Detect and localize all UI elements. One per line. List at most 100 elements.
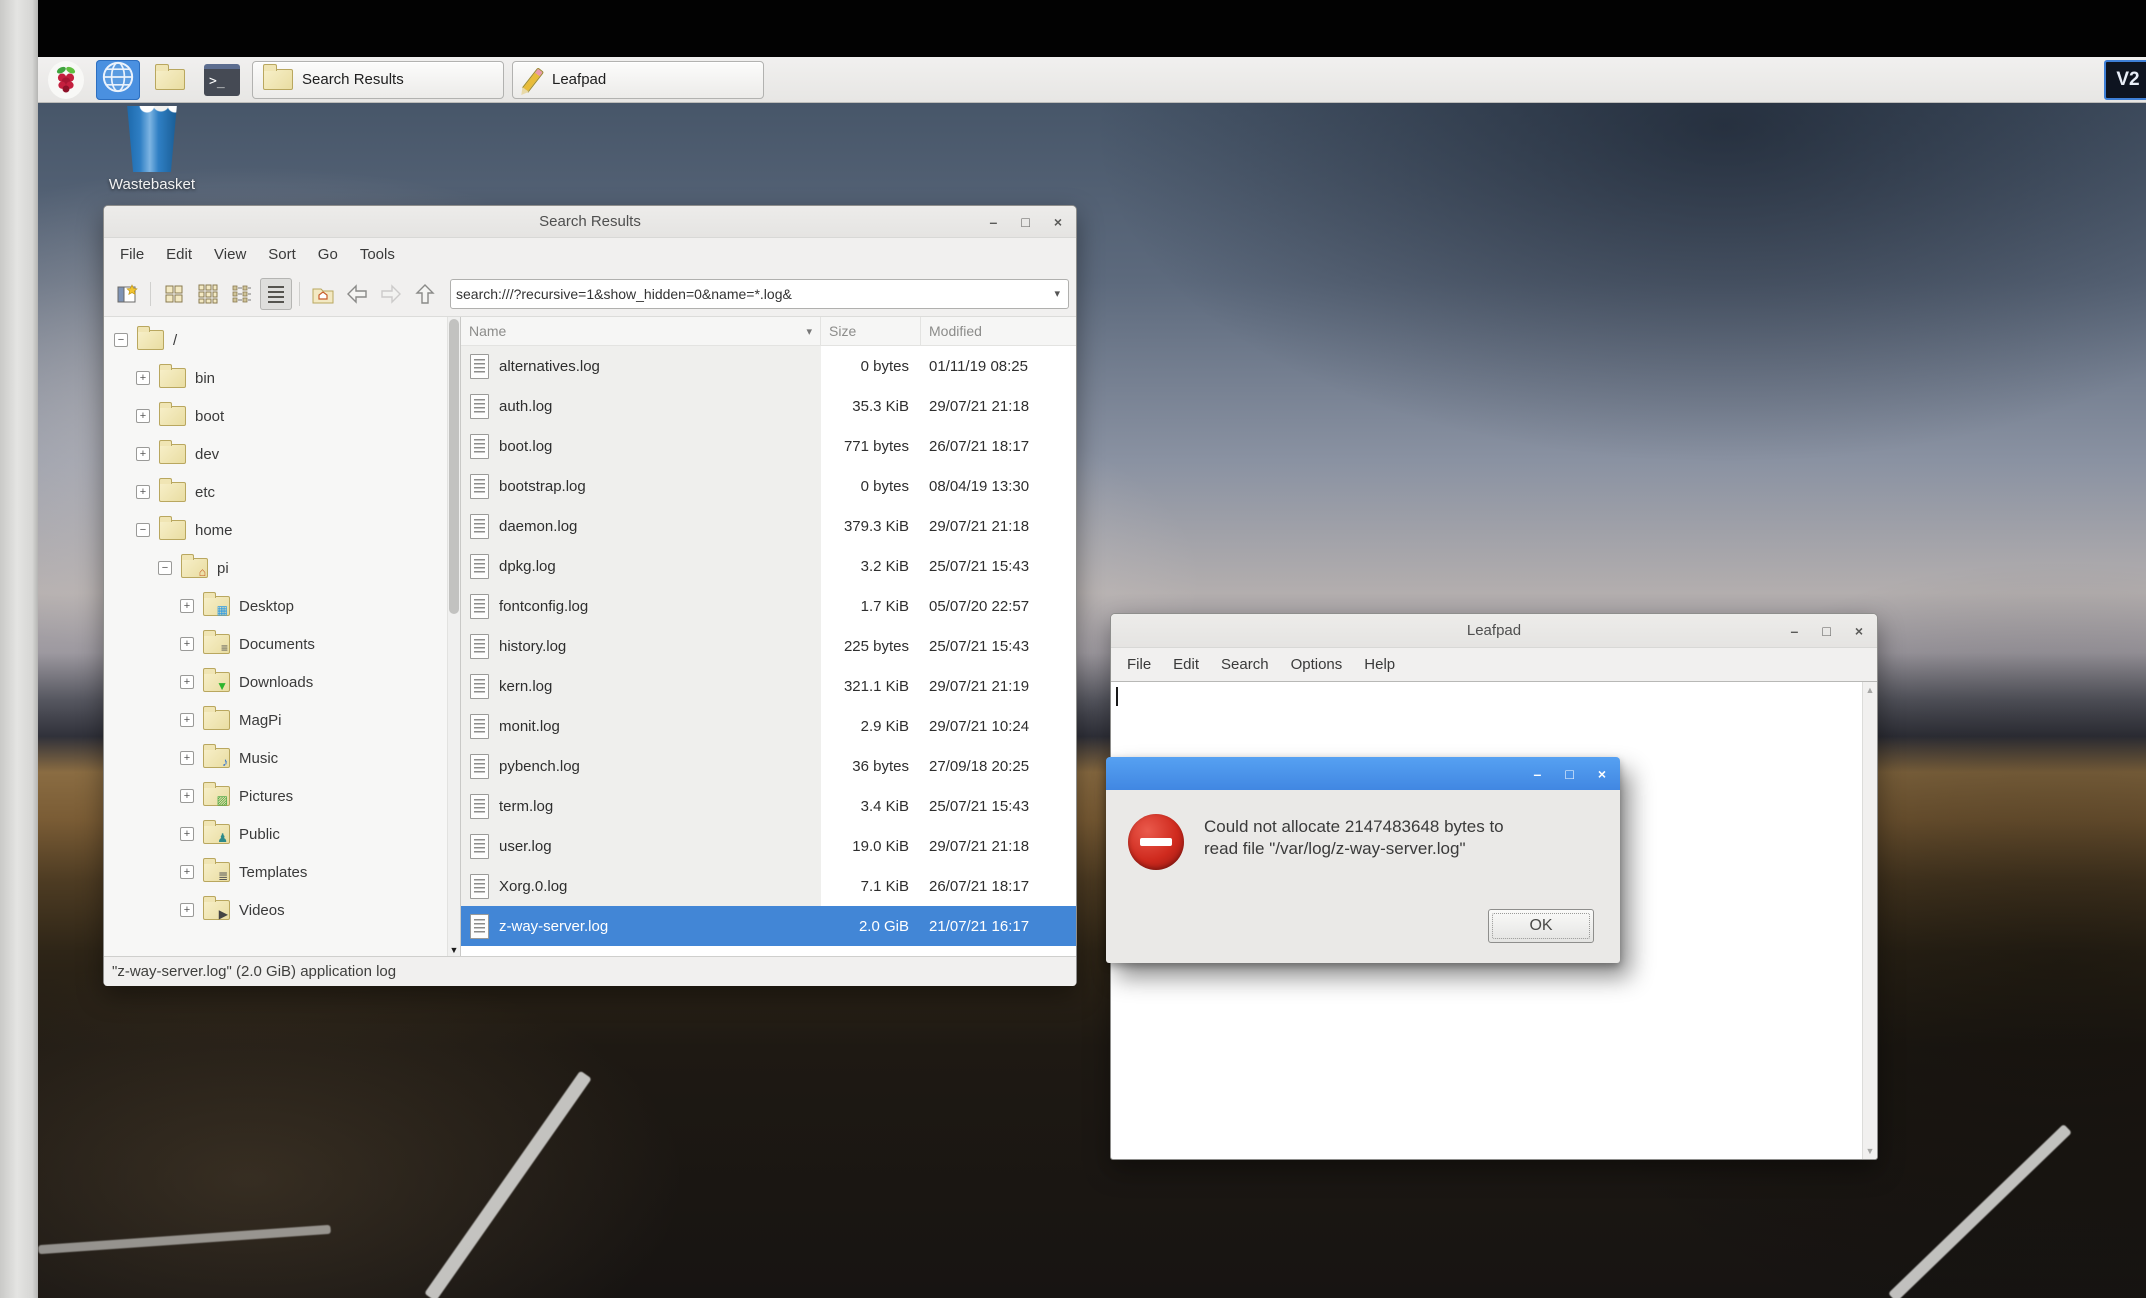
address-input[interactable] [456, 285, 1052, 302]
home-button[interactable] [307, 278, 339, 310]
wastebasket-desktop-icon[interactable]: Wastebasket [86, 106, 218, 193]
maximize-icon[interactable]: □ [1021, 214, 1029, 230]
fm-menu-edit[interactable]: Edit [155, 238, 203, 271]
tree-item-home[interactable]: − home [104, 511, 460, 549]
fm-menu-sort[interactable]: Sort [257, 238, 307, 271]
file-row-kern-log[interactable]: kern.log 321.1 KiB 29/07/21 21:19 [461, 666, 1076, 706]
expand-icon[interactable]: + [180, 675, 194, 689]
tree-scrollbar-thumb[interactable] [449, 319, 459, 614]
close-icon[interactable]: × [1054, 214, 1062, 230]
leafpad-menu-options[interactable]: Options [1280, 648, 1354, 681]
expand-icon[interactable]: + [180, 903, 194, 917]
scroll-down-icon[interactable]: ▼ [1866, 1146, 1875, 1156]
expand-icon[interactable]: + [180, 789, 194, 803]
back-button[interactable] [341, 278, 373, 310]
file-row-alternatives-log[interactable]: alternatives.log 0 bytes 01/11/19 08:25 [461, 346, 1076, 386]
collapse-icon[interactable]: − [136, 523, 150, 537]
file-row-history-log[interactable]: history.log 225 bytes 25/07/21 15:43 [461, 626, 1076, 666]
tree-item-etc[interactable]: + etc [104, 473, 460, 511]
tree-item-documents[interactable]: + ≡ Documents [104, 625, 460, 663]
fm-menu-tools[interactable]: Tools [349, 238, 406, 271]
task-button-search-results[interactable]: Search Results [252, 60, 504, 99]
file-row-monit-log[interactable]: monit.log 2.9 KiB 29/07/21 10:24 [461, 706, 1076, 746]
expand-icon[interactable]: + [180, 865, 194, 879]
file-row-user-log[interactable]: user.log 19.0 KiB 29/07/21 21:18 [461, 826, 1076, 866]
tree-item-magpi[interactable]: + MagPi [104, 701, 460, 739]
leafpad-menu-edit[interactable]: Edit [1162, 648, 1210, 681]
fm-menu-file[interactable]: File [109, 238, 155, 271]
expand-icon[interactable]: + [180, 637, 194, 651]
close-icon[interactable]: × [1598, 766, 1606, 782]
terminal-button[interactable]: >_ [200, 60, 244, 100]
tree-item-pictures[interactable]: + ▨ Pictures [104, 777, 460, 815]
fm-menu-go[interactable]: Go [307, 238, 349, 271]
expand-icon[interactable]: + [180, 827, 194, 841]
tree-item-bin[interactable]: + bin [104, 359, 460, 397]
fm-titlebar[interactable]: Search Results – □ × [104, 206, 1076, 238]
compact-view-button[interactable] [226, 278, 258, 310]
detailed-list-view-button[interactable] [260, 277, 292, 310]
minimize-icon[interactable]: – [1791, 623, 1799, 639]
tree-scroll-down-icon[interactable]: ▼ [448, 945, 460, 955]
forward-button[interactable] [375, 278, 407, 310]
file-row-daemon-log[interactable]: daemon.log 379.3 KiB 29/07/21 21:18 [461, 506, 1076, 546]
file-row-dpkg-log[interactable]: dpkg.log 3.2 KiB 25/07/21 15:43 [461, 546, 1076, 586]
tree-item-templates[interactable]: + ≣ Templates [104, 853, 460, 891]
column-header-size[interactable]: Size [821, 317, 921, 345]
maximize-icon[interactable]: □ [1565, 766, 1573, 782]
ok-button[interactable]: OK [1488, 909, 1594, 943]
expand-icon[interactable]: + [136, 485, 150, 499]
file-row-pybench-log[interactable]: pybench.log 36 bytes 27/09/18 20:25 [461, 746, 1076, 786]
fm-menu-view[interactable]: View [203, 238, 257, 271]
up-button[interactable] [409, 278, 441, 310]
file-row-xorg-0-log[interactable]: Xorg.0.log 7.1 KiB 26/07/21 18:17 [461, 866, 1076, 906]
address-dropdown-icon[interactable]: ▾ [1051, 287, 1063, 300]
minimize-icon[interactable]: – [990, 214, 998, 230]
minimize-icon[interactable]: – [1534, 766, 1542, 782]
tree-item-videos[interactable]: + ▶ Videos [104, 891, 460, 929]
tree-item-downloads[interactable]: + ▼ Downloads [104, 663, 460, 701]
menu-raspberry-button[interactable] [44, 60, 88, 100]
leafpad-menu-search[interactable]: Search [1210, 648, 1280, 681]
tree-item-music[interactable]: + ♪ Music [104, 739, 460, 777]
tree-item-root[interactable]: − / [104, 321, 460, 359]
expand-icon[interactable]: + [180, 599, 194, 613]
task-button-leafpad[interactable]: Leafpad [512, 60, 764, 99]
file-row-bootstrap-log[interactable]: bootstrap.log 0 bytes 08/04/19 13:30 [461, 466, 1076, 506]
maximize-icon[interactable]: □ [1822, 623, 1830, 639]
vnc-tray-icon[interactable]: V2 [2104, 59, 2146, 100]
file-row-auth-log[interactable]: auth.log 35.3 KiB 29/07/21 21:18 [461, 386, 1076, 426]
leafpad-menu-help[interactable]: Help [1353, 648, 1406, 681]
column-header-modified[interactable]: Modified [921, 317, 1076, 345]
leafpad-menu-file[interactable]: File [1116, 648, 1162, 681]
leafpad-titlebar[interactable]: Leafpad – □ × [1111, 614, 1877, 648]
new-tab-button[interactable] [111, 278, 143, 310]
tree-scrollbar[interactable]: ▼ [447, 317, 460, 956]
tree-item-desktop[interactable]: + ▦ Desktop [104, 587, 460, 625]
error-dialog-titlebar[interactable]: – □ × [1106, 757, 1620, 790]
tree-item-boot[interactable]: + boot [104, 397, 460, 435]
file-row-boot-log[interactable]: boot.log 771 bytes 26/07/21 18:17 [461, 426, 1076, 466]
tree-item-public[interactable]: + ♟ Public [104, 815, 460, 853]
file-manager-button[interactable] [148, 60, 192, 100]
expand-icon[interactable]: + [180, 713, 194, 727]
file-row-z-way-server-log[interactable]: z-way-server.log 2.0 GiB 21/07/21 16:17 [461, 906, 1076, 946]
collapse-icon[interactable]: − [158, 561, 172, 575]
web-browser-button[interactable] [96, 59, 140, 100]
expand-icon[interactable]: + [136, 447, 150, 461]
leafpad-scrollbar[interactable]: ▲ ▼ [1862, 682, 1877, 1159]
file-row-term-log[interactable]: term.log 3.4 KiB 25/07/21 15:43 [461, 786, 1076, 826]
file-row-fontconfig-log[interactable]: fontconfig.log 1.7 KiB 05/07/20 22:57 [461, 586, 1076, 626]
tree-item-dev[interactable]: + dev [104, 435, 460, 473]
expand-icon[interactable]: + [136, 371, 150, 385]
scroll-up-icon[interactable]: ▲ [1866, 685, 1875, 695]
icon-view-button[interactable] [158, 278, 190, 310]
expand-icon[interactable]: + [180, 751, 194, 765]
column-header-name[interactable]: Name ▾ [461, 317, 821, 345]
tree-item-pi[interactable]: − ⌂ pi [104, 549, 460, 587]
close-icon[interactable]: × [1855, 623, 1863, 639]
collapse-icon[interactable]: − [114, 333, 128, 347]
new-tab-icon [117, 283, 138, 302]
expand-icon[interactable]: + [136, 409, 150, 423]
thumbnail-view-button[interactable] [192, 278, 224, 310]
